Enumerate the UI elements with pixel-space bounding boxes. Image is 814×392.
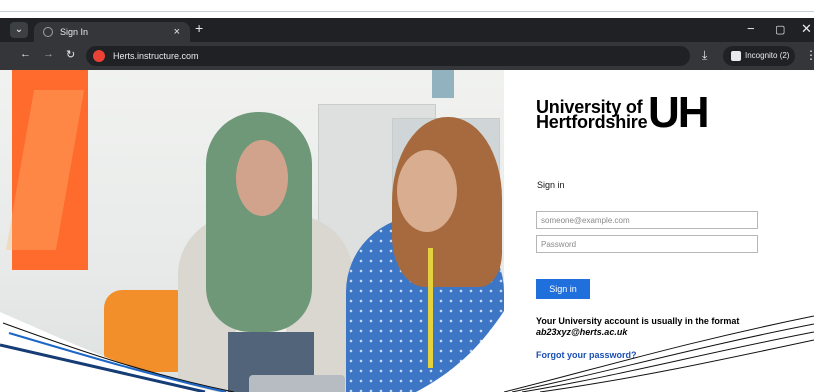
incognito-profile-button[interactable]: Incognito (2) xyxy=(723,46,795,66)
site-security-icon[interactable] xyxy=(93,50,105,62)
globe-icon xyxy=(43,27,53,37)
close-window-button[interactable]: ✕ xyxy=(801,21,812,37)
new-tab-button[interactable]: + xyxy=(195,20,203,36)
incognito-label: Incognito (2) xyxy=(745,51,790,60)
tab-close-button[interactable]: × xyxy=(174,22,180,42)
address-bar[interactable]: Herts.instructure.com xyxy=(86,46,690,66)
browser-tab-strip: ⌄ Sign In × + − ▢ ✕ xyxy=(0,18,814,42)
tab-sign-in[interactable]: Sign In × xyxy=(34,22,190,42)
screenshot-top-margin xyxy=(0,0,814,18)
more-options-icon[interactable]: ⋮ xyxy=(805,48,814,62)
minimize-button[interactable]: − xyxy=(747,21,755,36)
back-button[interactable]: ← xyxy=(20,48,31,60)
tab-search-button[interactable]: ⌄ xyxy=(10,22,28,38)
download-icon[interactable]: ⤓ xyxy=(702,48,707,63)
browser-window: ⌄ Sign In × + − ▢ ✕ ← → ↻ Herts.instruct… xyxy=(0,0,814,392)
address-bar-url[interactable]: Herts.instructure.com xyxy=(113,46,199,66)
forward-button[interactable]: → xyxy=(43,48,54,60)
reload-button[interactable]: ↻ xyxy=(66,48,75,61)
sign-in-panel: University of Hertfordshire UH Sign in S… xyxy=(504,70,814,392)
decorative-wave-right xyxy=(504,315,814,392)
incognito-icon xyxy=(731,51,741,61)
page-content: University of Hertfordshire UH Sign in S… xyxy=(0,70,814,392)
restore-button[interactable]: ▢ xyxy=(775,23,785,36)
browser-toolbar: ← → ↻ Herts.instructure.com ⤓ Incognito … xyxy=(0,42,814,70)
decorative-wave-left xyxy=(0,311,504,392)
campus-photo xyxy=(0,70,504,392)
tab-title: Sign In xyxy=(60,27,89,37)
